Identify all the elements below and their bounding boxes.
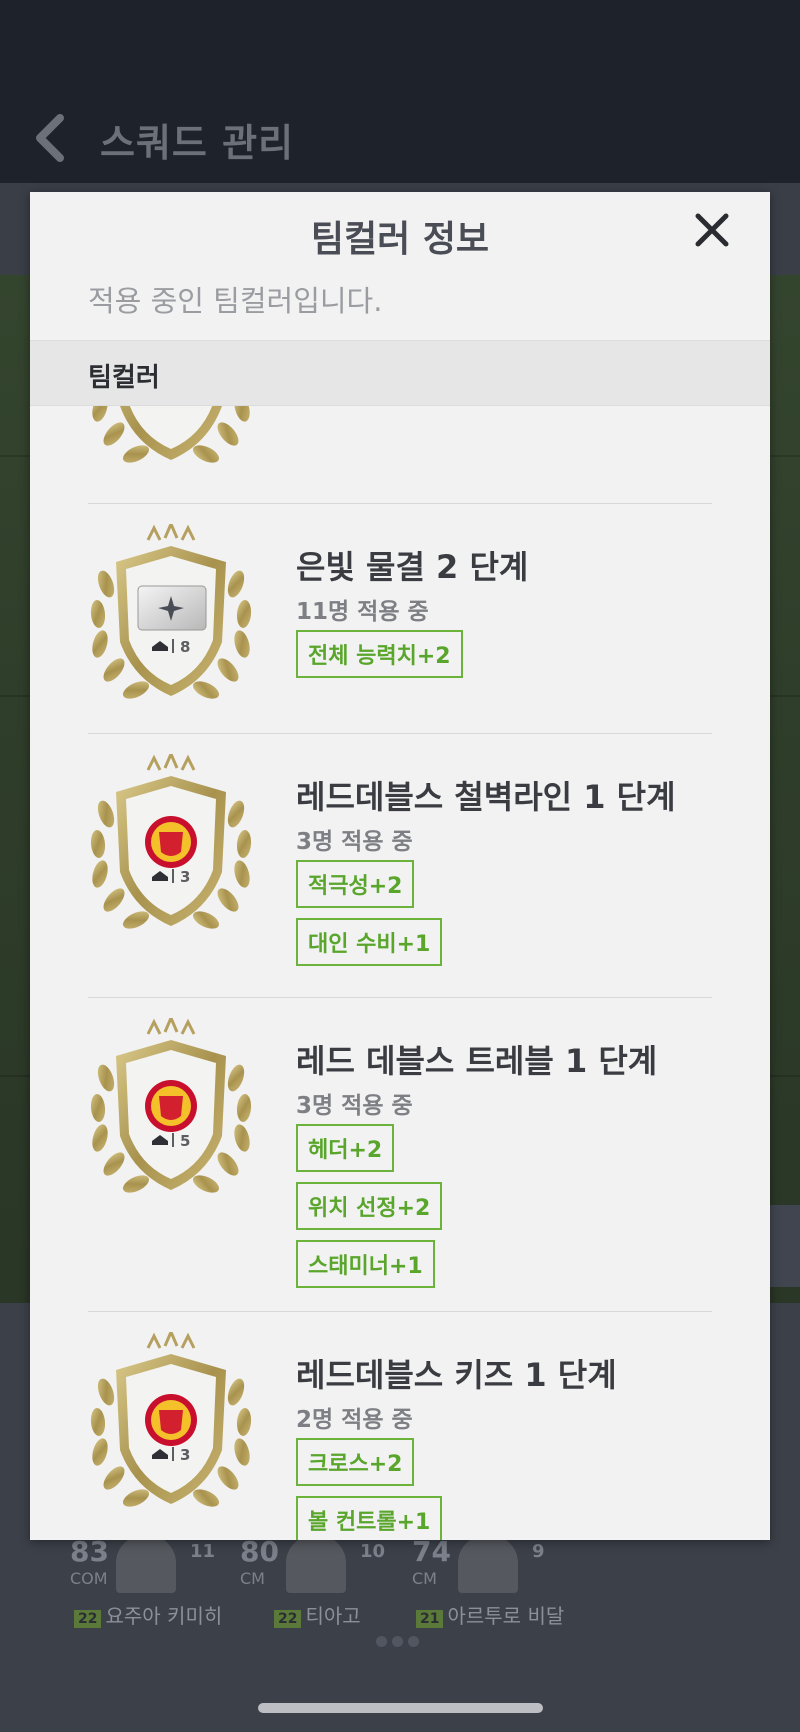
effect-list: 크로스+2 볼 컨트롤+1: [296, 1438, 443, 1540]
effect-tag: 적극성+2: [296, 860, 415, 908]
team-color-item: 가속력+3중거리 슛+3: [30, 406, 770, 504]
player-number: 11: [190, 1541, 216, 1562]
silver-card-crest-icon: 8: [88, 524, 254, 708]
team-color-count: 2명 적용 중: [296, 1407, 413, 1433]
section-header: 팀컬러: [30, 340, 770, 406]
season-tag: 22: [74, 1610, 102, 1628]
effect-tag: 크로스+2: [296, 1438, 415, 1486]
effect-list: 가속력+3중거리 슛+3: [296, 406, 442, 414]
laurel-crest-icon: [88, 406, 254, 472]
effect-tag: 대인 수비+1: [296, 918, 443, 966]
season-tag: 22: [274, 1610, 302, 1628]
team-color-list[interactable]: 가속력+3중거리 슛+3 8 은빛 물결 2 단계 11명 적용 중전체 능력치+2 3…: [30, 406, 770, 1540]
svg-text:3: 3: [180, 1446, 190, 1464]
player-position: COM: [70, 1569, 108, 1588]
effect-tag: 볼 컨트롤+1: [296, 1496, 443, 1540]
player-name: 요주아 키미히: [105, 1604, 223, 1628]
team-color-modal: 팀컬러 정보 적용 중인 팀컬러입니다. 팀컬러 가속력+3중거리 슛+3 8 은빛…: [30, 192, 770, 1540]
effect-tag: 전체 능력치+2: [296, 630, 463, 678]
chevron-left-icon[interactable]: [30, 112, 74, 164]
svg-text:3: 3: [180, 868, 190, 886]
player-name: 아르투로 비달: [447, 1604, 565, 1628]
team-color-item: 3 레드데블스 키즈 1 단계 2명 적용 중크로스+2 볼 컨트롤+1: [30, 1312, 770, 1540]
team-color-name: 레드데블스 철벽라인 1 단계: [296, 778, 676, 816]
manchester-united-crest-icon: 5: [88, 1018, 254, 1202]
season-tag: 21: [416, 1610, 444, 1628]
close-icon[interactable]: [688, 206, 736, 254]
effect-list: 적극성+2 대인 수비+1: [296, 860, 443, 976]
effect-list: 전체 능력치+2: [296, 630, 463, 688]
effect-tag: 헤더+2: [296, 1124, 395, 1172]
modal-subtitle: 적용 중인 팀컬러입니다.: [88, 284, 383, 318]
player-avatar: [286, 1535, 346, 1593]
player-number: 9: [532, 1541, 545, 1562]
team-color-name: 레드데블스 키즈 1 단계: [296, 1356, 617, 1394]
modal-title: 팀컬러 정보: [310, 219, 490, 260]
effect-tag: 위치 선정+2: [296, 1182, 443, 1230]
team-color-name: 레드 데블스 트레블 1 단계: [296, 1042, 658, 1080]
player-number: 10: [360, 1541, 386, 1562]
app-title: 스쿼드 관리: [100, 121, 295, 165]
player-position: CM: [412, 1569, 437, 1588]
team-color-item: 3 레드데블스 철벽라인 1 단계 3명 적용 중적극성+2 대인 수비+1: [30, 734, 770, 998]
bench-player-name: 21 아르투로 비달: [416, 1600, 564, 1629]
player-avatar: [458, 1535, 518, 1593]
effect-tag: 스태미너+1: [296, 1240, 435, 1288]
section-label: 팀컬러: [88, 363, 160, 393]
team-color-name: 은빛 물결 2 단계: [296, 548, 529, 586]
team-color-item: 8 은빛 물결 2 단계 11명 적용 중전체 능력치+2: [30, 504, 770, 734]
team-color-count: 11명 적용 중: [296, 599, 429, 625]
player-name: 티아고: [305, 1604, 361, 1628]
manchester-united-crest-icon: 3: [88, 754, 254, 938]
svg-text:8: 8: [180, 638, 190, 656]
player-avatar: [116, 1535, 176, 1593]
team-color-count: 3명 적용 중: [296, 1093, 413, 1119]
manchester-united-crest-icon: 3: [88, 1332, 254, 1516]
effect-list: 헤더+2 위치 선정+2 스태미너+1: [296, 1124, 443, 1298]
bench-player-name: 22 요주아 키미히: [74, 1600, 222, 1629]
svg-text:5: 5: [180, 1132, 190, 1150]
app-header: 스쿼드 관리: [0, 0, 800, 183]
team-color-item: 5 레드 데블스 트레블 1 단계 3명 적용 중헤더+2 위치 선정+2 스태미너+1: [30, 998, 770, 1312]
team-color-count: 3명 적용 중: [296, 829, 413, 855]
home-indicator[interactable]: [258, 1703, 543, 1713]
player-position: CM: [240, 1569, 265, 1588]
page-indicator: [376, 1632, 426, 1647]
bench-player-name: 22 티아고: [274, 1600, 361, 1629]
